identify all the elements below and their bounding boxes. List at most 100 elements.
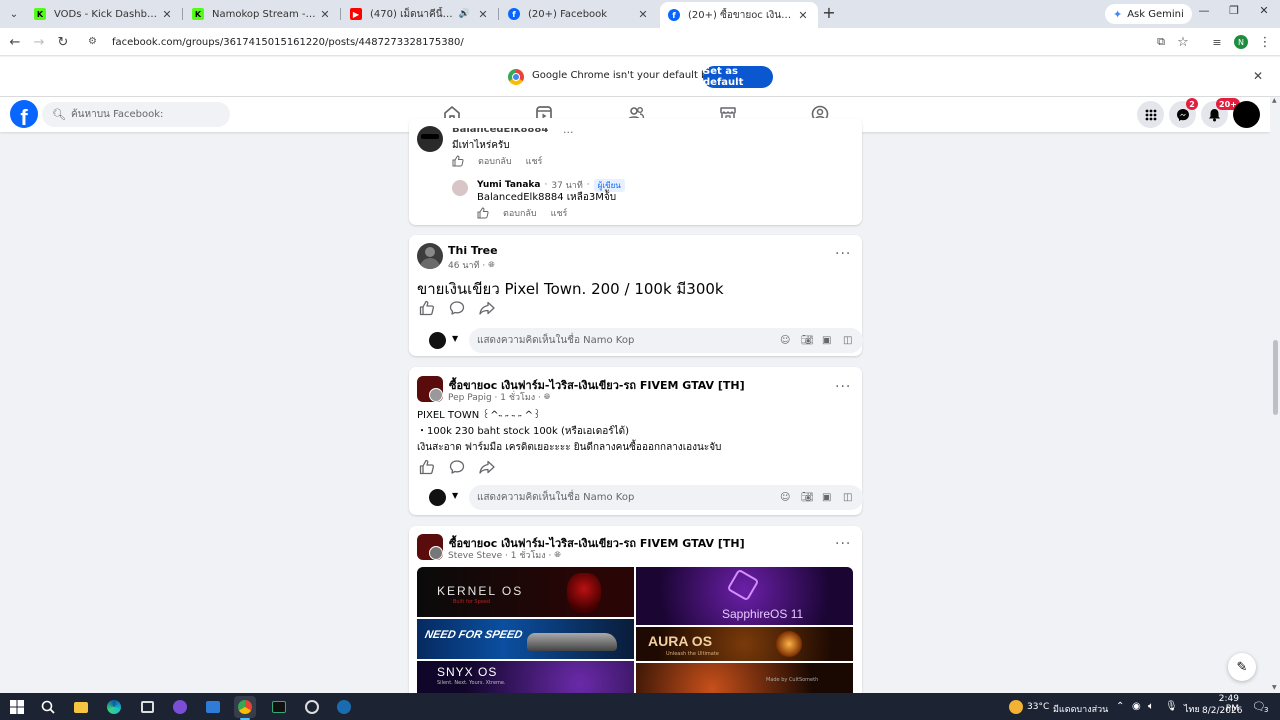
search-icon[interactable]: [37, 696, 59, 718]
post-image[interactable]: Made by CultSometh: [636, 663, 853, 693]
reply-link[interactable]: ตอบกลับ: [478, 154, 512, 168]
ask-gemini-button[interactable]: ✦ Ask Gemini: [1105, 4, 1192, 24]
weather-temp[interactable]: 33°C: [1027, 702, 1049, 712]
account-avatar[interactable]: [1233, 101, 1260, 128]
share-icon[interactable]: [479, 300, 495, 316]
menu-kebab-icon[interactable]: ⋮: [1256, 33, 1274, 51]
edge-icon[interactable]: [103, 696, 125, 718]
reply-link[interactable]: ตอบกลับ: [503, 206, 537, 220]
share-link[interactable]: แชร์: [551, 206, 568, 220]
like-icon[interactable]: [477, 207, 489, 219]
yumi-avatar[interactable]: [452, 180, 468, 196]
chevron-down-icon[interactable]: ▼: [452, 491, 458, 500]
weather-icon[interactable]: [1005, 696, 1027, 718]
store-icon[interactable]: [136, 696, 158, 718]
close-tab-icon[interactable]: ✕: [318, 8, 332, 21]
post-image[interactable]: AURA OS Unleash the Ultimate: [636, 627, 853, 661]
close-tab-icon[interactable]: ✕: [476, 8, 490, 21]
chevron-down-icon[interactable]: ▼: [452, 334, 458, 343]
new-tab-icon[interactable]: +: [820, 5, 838, 23]
network-icon[interactable]: ◉: [1132, 701, 1141, 712]
tab-facebook[interactable]: f (20+) Facebook ✕: [500, 3, 658, 25]
chevron-up-icon[interactable]: ⌃: [1116, 701, 1124, 712]
terminal-app-icon[interactable]: [268, 696, 290, 718]
address-bar[interactable]: ⚙ facebook.com/groups/3617415015161220/p…: [80, 31, 1200, 53]
post-image[interactable]: SNYX OS Silent. Next. Yours. Xtreme.: [417, 661, 634, 693]
minimize-icon[interactable]: —: [1190, 4, 1218, 22]
microphone-icon[interactable]: 🎙︎: [1165, 701, 1178, 712]
language-indicator[interactable]: ไทย: [1184, 702, 1200, 716]
reply-author[interactable]: Yumi Tanaka: [477, 180, 540, 190]
steam-icon[interactable]: [333, 696, 355, 718]
gif-icon[interactable]: ▣: [822, 492, 834, 504]
chrome-icon[interactable]: [234, 696, 256, 720]
tab-kick-dashboard[interactable]: K VODs - Kick Dashboard ✕: [26, 3, 182, 25]
tab-youtube[interactable]: ▶ (470) เม็ดนาคีนี้บ้มนแลทแลยว้ 🔊 ✕: [342, 3, 498, 25]
media-controls-icon[interactable]: ≡: [1208, 33, 1226, 51]
sticker-icon[interactable]: ◫: [843, 492, 855, 504]
post-options-icon[interactable]: ···: [835, 379, 851, 395]
like-icon[interactable]: [452, 155, 464, 167]
windows-start-icon[interactable]: [6, 696, 28, 718]
post-time[interactable]: 46 นาที ·: [448, 258, 485, 272]
post-image-grid[interactable]: KERNEL OS Built for Speed SapphireOS 11 …: [417, 567, 853, 693]
weather-desc[interactable]: มีแดดบางส่วน: [1053, 702, 1108, 716]
page-scrollbar[interactable]: ▲ ▼: [1270, 97, 1280, 693]
new-message-compose-icon[interactable]: ✎: [1228, 653, 1256, 681]
post-author-name[interactable]: Thi Tree: [448, 244, 498, 257]
emoji-icon[interactable]: ☺: [780, 335, 792, 347]
facebook-logo-icon[interactable]: f: [10, 100, 38, 128]
my-avatar[interactable]: [429, 332, 446, 349]
emoji-icon[interactable]: ☺: [780, 492, 792, 504]
obs-icon[interactable]: [301, 696, 323, 718]
set-as-default-button[interactable]: Set as default: [703, 66, 773, 88]
post-options-icon[interactable]: ···: [835, 246, 851, 262]
poster-avatar[interactable]: [429, 546, 443, 560]
like-icon[interactable]: [419, 459, 435, 475]
close-tab-icon[interactable]: ✕: [796, 9, 810, 22]
like-icon[interactable]: [419, 300, 435, 316]
post-author-avatar[interactable]: [417, 243, 443, 269]
install-app-icon[interactable]: ⧉: [1152, 33, 1170, 51]
gif-icon[interactable]: ▣: [822, 335, 834, 347]
facebook-search-input[interactable]: 🔍︎ ค้นหาบน Facebook:: [42, 102, 230, 127]
reload-icon[interactable]: ↻: [54, 33, 72, 51]
profile-avatar[interactable]: N: [1234, 35, 1248, 49]
scroll-up-icon[interactable]: ▲: [1272, 97, 1277, 104]
post-image[interactable]: NEED FOR SPEED: [417, 619, 634, 659]
post-image[interactable]: KERNEL OS Built for Speed: [417, 567, 634, 617]
camera-icon[interactable]: 📷︎: [801, 335, 814, 347]
volume-icon[interactable]: 🔈︎: [1148, 701, 1154, 712]
share-link[interactable]: แชร์: [526, 154, 543, 168]
comment-icon[interactable]: [449, 300, 465, 316]
tab-facebook-group-active[interactable]: f (20+) ซื้อขายoc เงินฟาร์ม-ไวริส-เงิน ✕: [660, 2, 818, 28]
back-icon[interactable]: ←: [6, 33, 24, 51]
camera-icon[interactable]: 📷︎: [801, 492, 814, 504]
tab-search-icon[interactable]: ⌄: [4, 4, 24, 24]
scroll-down-icon[interactable]: ▼: [1272, 684, 1277, 691]
comment-input[interactable]: แสดงความคิดเห็นในชื่อ Namo Kop ☺ 📷︎ ▣ ◫: [469, 328, 863, 353]
post-author-and-time[interactable]: Steve Steve · 1 ชั่วโมง ·: [448, 548, 551, 562]
site-info-icon[interactable]: ⚙: [88, 36, 100, 48]
post-author-and-time[interactable]: Pep Papig · 1 ชั่วโมง ·: [448, 390, 541, 404]
sticker-icon[interactable]: ◫: [843, 335, 855, 347]
speaker-icon[interactable]: 🔊: [459, 9, 470, 19]
post-image[interactable]: SapphireOS 11: [636, 567, 853, 625]
close-infobar-icon[interactable]: ✕: [1253, 69, 1263, 83]
close-window-icon[interactable]: ✕: [1250, 4, 1278, 22]
tab-namokop-stream[interactable]: K Namokop Stream - Watch Live ✕: [184, 3, 340, 25]
clock-date[interactable]: 8/2/2026: [1202, 706, 1242, 716]
post-options-icon[interactable]: ···: [835, 536, 851, 552]
comment-icon[interactable]: [449, 459, 465, 475]
file-explorer-icon[interactable]: [70, 696, 92, 718]
menu-grid-icon[interactable]: [1137, 101, 1164, 128]
mail-app-icon[interactable]: [202, 696, 224, 718]
scrollbar-thumb[interactable]: [1273, 340, 1278, 415]
restore-icon[interactable]: ❐: [1220, 4, 1248, 22]
comment-input[interactable]: แสดงความคิดเห็นในชื่อ Namo Kop ☺ 📷︎ ▣ ◫: [469, 485, 863, 510]
close-tab-icon[interactable]: ✕: [160, 8, 174, 21]
forward-icon[interactable]: →: [30, 33, 48, 51]
bookmark-star-icon[interactable]: ☆: [1174, 33, 1192, 51]
my-avatar[interactable]: [429, 489, 446, 506]
share-icon[interactable]: [479, 459, 495, 475]
